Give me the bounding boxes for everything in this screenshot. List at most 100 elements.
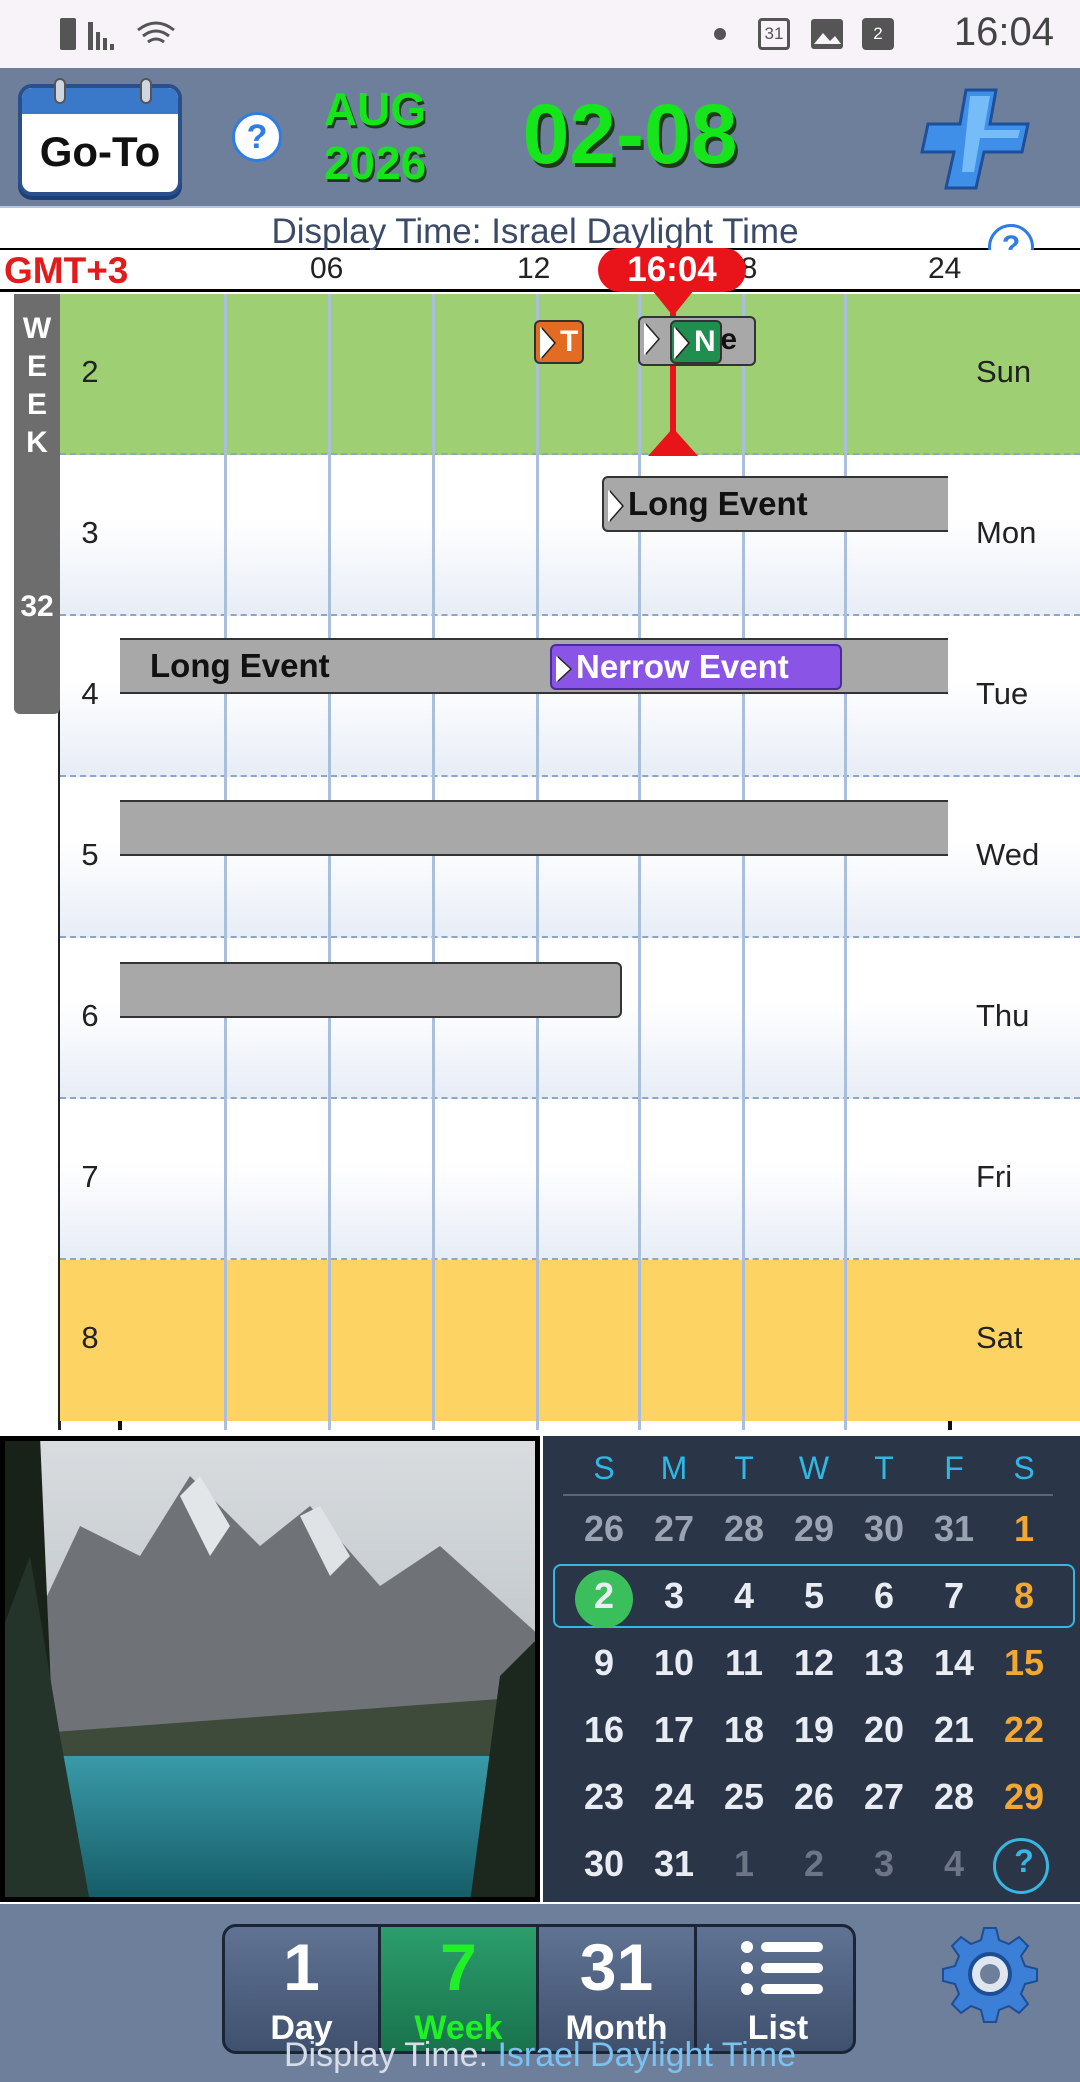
mini-calendar-day[interactable]: 6	[849, 1575, 919, 1617]
event-chip[interactable]: T	[534, 320, 584, 364]
current-time-line-end	[648, 428, 698, 456]
mini-calendar-day[interactable]: 27	[849, 1776, 919, 1818]
mini-calendar-day[interactable]: 21	[919, 1709, 989, 1751]
mini-calendar-day[interactable]: 20	[849, 1709, 919, 1751]
mini-calendar-day[interactable]: 4	[709, 1575, 779, 1617]
date-range: 02-08	[522, 87, 738, 181]
goto-button[interactable]: Go-To	[18, 78, 182, 196]
mini-calendar-day[interactable]: 13	[849, 1642, 919, 1684]
hour-gridline	[328, 294, 331, 1430]
tab-day[interactable]: 1 Day	[225, 1927, 381, 2051]
mini-calendar-day[interactable]: 17	[639, 1709, 709, 1751]
hour-gridline	[638, 294, 641, 1430]
photo-panel[interactable]	[0, 1431, 545, 1907]
mini-calendar-day[interactable]: 26	[779, 1776, 849, 1818]
hour-gridline	[742, 294, 745, 1430]
mini-calendar-day[interactable]: 3	[849, 1843, 919, 1885]
mini-calendar-day[interactable]: 8	[989, 1575, 1059, 1617]
tab-month[interactable]: 31 Month	[539, 1927, 697, 2051]
hour-gridline	[844, 294, 847, 1430]
footer-timezone[interactable]: Israel Daylight Time	[497, 2036, 796, 2074]
day-name: Thu	[976, 998, 1030, 1033]
mini-calendar-day[interactable]: 4	[919, 1843, 989, 1885]
day-row[interactable]: 7 Fri	[60, 1099, 1080, 1260]
mini-calendar-day[interactable]: 22	[989, 1709, 1059, 1751]
event-bar-thursday[interactable]	[120, 962, 622, 1018]
mini-calendar-help-icon[interactable]	[993, 1838, 1049, 1894]
goto-label: Go-To	[39, 128, 161, 175]
settings-gear-icon[interactable]	[940, 1924, 1040, 2024]
tab-week[interactable]: 7 Week	[381, 1927, 539, 2051]
calendar-ring-icon	[140, 78, 152, 104]
tab-list[interactable]: List	[697, 1927, 853, 2051]
year-label: 2026	[323, 137, 427, 189]
mini-calendar-day[interactable]: 31	[639, 1843, 709, 1885]
mini-calendar-day[interactable]: 25	[709, 1776, 779, 1818]
mini-calendar-day[interactable]: 24	[639, 1776, 709, 1818]
mini-calendar-divider	[563, 1494, 1053, 1496]
wifi-icon	[137, 21, 175, 44]
mini-calendar-day[interactable]: 29	[779, 1508, 849, 1550]
mini-calendar-day[interactable]: 12	[779, 1642, 849, 1684]
battery-icon	[60, 18, 76, 50]
mini-calendar-day[interactable]: 10	[639, 1642, 709, 1684]
day-name: Sat	[976, 1320, 1023, 1355]
mini-calendar-day[interactable]: 15	[989, 1642, 1059, 1684]
calendar-ring-icon	[54, 78, 66, 104]
event-long-monday[interactable]: Long Event	[602, 476, 948, 532]
event-chip[interactable]: N	[670, 320, 722, 364]
day-number: 6	[81, 998, 99, 1033]
landscape-photo	[0, 1431, 545, 1907]
mini-calendar-day[interactable]: 29	[989, 1776, 1059, 1818]
signal-icon	[88, 22, 114, 50]
mini-calendar-day[interactable]: 26	[569, 1508, 639, 1550]
header: Go-To ? AUG 2026 02-08	[0, 68, 1080, 206]
mini-calendar-day[interactable]: 2	[569, 1575, 639, 1617]
event-narrow[interactable]: Nerrow Event	[550, 644, 842, 690]
mini-calendar-day[interactable]: 3	[639, 1575, 709, 1617]
day-name: Mon	[976, 515, 1037, 550]
footer-prefix: Display Time:	[283, 2036, 498, 2074]
mini-calendar-day[interactable]: 1	[709, 1843, 779, 1885]
mini-calendar-day[interactable]: 18	[709, 1709, 779, 1751]
mini-calendar-day[interactable]: 30	[569, 1843, 639, 1885]
mini-calendar-day[interactable]: 16	[569, 1709, 639, 1751]
day-row[interactable]: 8 Sat	[60, 1260, 1080, 1421]
footer-display-time: Display Time: Israel Daylight Time	[0, 2036, 1080, 2075]
mini-calendar-day[interactable]: 2	[779, 1843, 849, 1885]
mini-calendar-day[interactable]: 31	[919, 1508, 989, 1550]
mini-calendar-day[interactable]: 19	[779, 1709, 849, 1751]
mini-calendar-day[interactable]: 1	[989, 1508, 1059, 1550]
hour-tick: 12	[517, 252, 551, 285]
mini-calendar-day[interactable]: 7	[919, 1575, 989, 1617]
mini-calendar-day[interactable]: 30	[849, 1508, 919, 1550]
weekday-header: S	[1013, 1450, 1035, 1486]
mini-calendar-day[interactable]: 28	[919, 1776, 989, 1818]
day-row[interactable]: 2 Sun	[60, 294, 1080, 455]
weekday-header: W	[798, 1450, 830, 1486]
mini-calendar-day[interactable]: 9	[569, 1642, 639, 1684]
plus-icon[interactable]	[920, 86, 1032, 192]
mini-calendar-day[interactable]: 11	[709, 1642, 779, 1684]
week-number-tab[interactable]: WEEK 32	[14, 294, 60, 714]
display-time-bar: Display Time: Israel Daylight Time ?	[0, 206, 1080, 270]
mini-calendar-day[interactable]: 27	[639, 1508, 709, 1550]
mini-calendar: SMTWTFS 26 27 28 29 30 31 1 2 3 4 5 6 7 8 9 10 11 12 13 14 1…	[540, 1436, 1080, 1902]
status-time: 16:04	[953, 10, 1054, 54]
mini-calendar-day[interactable]: 28	[709, 1508, 779, 1550]
image-notification-icon	[811, 19, 843, 49]
month-year[interactable]: AUG 2026	[300, 82, 450, 190]
mini-calendar-day[interactable]: 14	[919, 1642, 989, 1684]
current-time-pointer	[652, 290, 694, 316]
bottom-tab-bar: 1 Day 7 Week 31 Month List Display Time:…	[0, 1904, 1080, 2082]
event-bar-wednesday[interactable]	[120, 800, 948, 856]
mini-calendar-day[interactable]: 23	[569, 1776, 639, 1818]
mini-calendar-day[interactable]: 5	[779, 1575, 849, 1617]
hour-tick: 24	[928, 252, 962, 285]
calendar-notification-icon: 31	[758, 18, 790, 50]
weekday-header: T	[734, 1450, 754, 1486]
tab-day-number: 1	[283, 1930, 320, 2004]
day-number: 2	[81, 354, 99, 389]
tab-week-number: 7	[440, 1930, 477, 2004]
help-icon[interactable]: ?	[232, 112, 282, 162]
